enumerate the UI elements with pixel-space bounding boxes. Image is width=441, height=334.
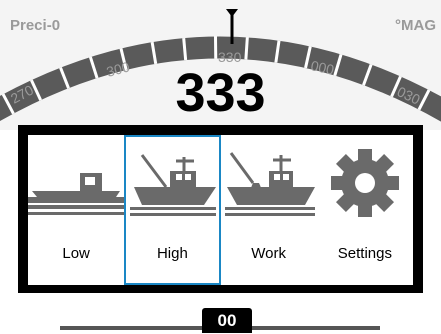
precision-label: Preci-0 [10,17,61,34]
gear-icon [330,149,399,217]
boat-small-icon [28,173,124,215]
mode-selector-panel: Low High Work Settings [18,125,423,293]
mode-settings-button[interactable]: Settings [317,135,413,285]
mode-low-button[interactable]: Low [28,135,124,285]
mode-high-button[interactable]: High [124,135,221,285]
mode-high-label: High [156,245,188,262]
boat-trawler-icon [130,154,217,216]
mode-low-label: Low [62,245,90,262]
reference-label: °MAG [395,17,436,34]
mode-settings-label: Settings [337,245,392,262]
rudder-value-badge: 00 [202,308,252,333]
heading-readout: 333 [175,63,266,123]
mode-work-button[interactable]: Work [221,135,317,285]
boat-work-icon [224,152,315,216]
mode-work-label: Work [251,245,286,262]
